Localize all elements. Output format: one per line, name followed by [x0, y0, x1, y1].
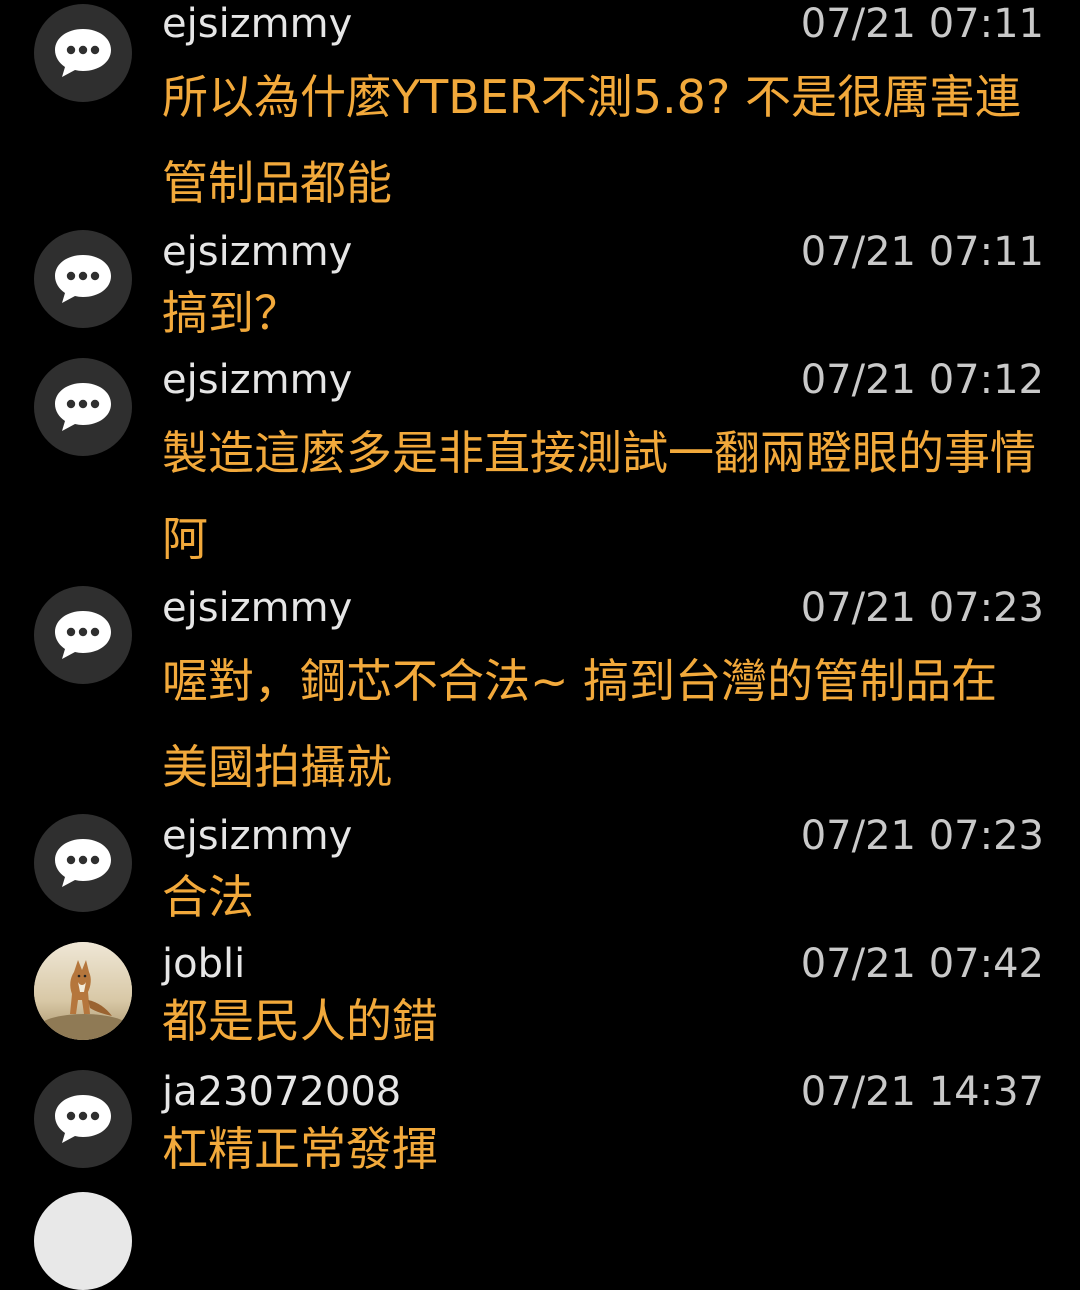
comment-timestamp: 07/21 07:23: [800, 813, 1044, 859]
comment-text: 都是民人的錯: [162, 994, 438, 1048]
comment-item[interactable]: ejsizmmy 07/21 07:11 搞到？: [0, 228, 1080, 356]
comment-bubble-icon: [55, 383, 111, 431]
comment-text: 杠精正常發揮: [162, 1122, 438, 1176]
comment-username[interactable]: ejsizmmy: [162, 584, 352, 632]
comment-item[interactable]: ejsizmmy 07/21 07:23 合法: [0, 812, 1080, 940]
comment-item[interactable]: ejsizmmy 07/21 07:11 所以為什麼YTBER不測5.8? 不是…: [0, 0, 1080, 228]
comment-text: 所以為什麼YTBER不測5.8? 不是很厲害連管制品都能: [162, 70, 1021, 210]
comment-item[interactable]: ejsizmmy 07/21 07:12 製造這麼多是非直接測試一翻兩瞪眼的事情…: [0, 356, 1080, 584]
avatar[interactable]: [34, 1192, 132, 1290]
avatar[interactable]: [34, 942, 132, 1040]
comment-timestamp: 07/21 07:12: [800, 357, 1044, 403]
comment-bubble-icon: [55, 255, 111, 303]
comment-text: 喔對，鋼芯不合法~ 搞到台灣的管制品在美國拍攝就: [162, 654, 998, 794]
comment-bubble-icon: [55, 1095, 111, 1143]
comment-item[interactable]: ja23072008 07/21 14:37 杠精正常發揮: [0, 1068, 1080, 1196]
comment-timestamp: 07/21 07:11: [800, 229, 1044, 275]
comment-bubble-icon: [55, 29, 111, 77]
avatar[interactable]: [34, 230, 132, 328]
comment-bubble-icon: [55, 839, 111, 887]
comment-username[interactable]: ejsizmmy: [162, 812, 352, 860]
fox-photo: [34, 942, 132, 1040]
avatar[interactable]: [34, 814, 132, 912]
avatar[interactable]: [34, 586, 132, 684]
comment-text: 合法: [162, 870, 254, 924]
comment-timestamp: 07/21 07:23: [800, 585, 1044, 631]
avatar[interactable]: [34, 358, 132, 456]
avatar[interactable]: [34, 4, 132, 102]
comment-username[interactable]: ejsizmmy: [162, 0, 352, 48]
comment-username[interactable]: ejsizmmy: [162, 356, 352, 404]
comment-item[interactable]: ejsizmmy 07/21 07:23 喔對，鋼芯不合法~ 搞到台灣的管制品在…: [0, 584, 1080, 812]
comment-username[interactable]: ejsizmmy: [162, 228, 352, 276]
comment-timestamp: 07/21 07:11: [800, 1, 1044, 47]
comment-text: 製造這麼多是非直接測試一翻兩瞪眼的事情阿: [162, 426, 1036, 566]
comment-text: 搞到？: [162, 286, 300, 340]
comment-item[interactable]: jobli 07/21 07:42 都是民人的錯: [0, 940, 1080, 1068]
comment-bubble-icon: [55, 611, 111, 659]
avatar[interactable]: [34, 1070, 132, 1168]
